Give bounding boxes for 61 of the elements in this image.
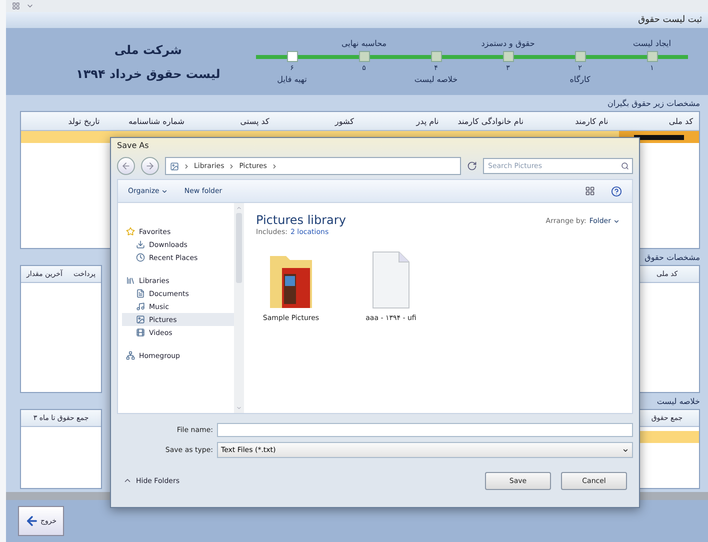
panel-title: مشخصات زیر حقوق بگیران [607, 99, 700, 108]
scroll-down-icon[interactable] [236, 405, 242, 411]
refresh-icon[interactable] [467, 161, 477, 171]
help-icon[interactable] [611, 186, 622, 196]
chevron-icon[interactable] [228, 162, 236, 170]
column-header[interactable]: تاریخ تولد [21, 116, 106, 126]
chevron-icon [123, 476, 132, 485]
back-button[interactable] [117, 157, 135, 175]
file-icon [371, 250, 411, 310]
view-icon[interactable] [585, 186, 595, 196]
clock-icon [136, 253, 145, 262]
scroll-up-icon[interactable] [236, 205, 242, 211]
step-node[interactable] [574, 51, 586, 62]
column-header[interactable]: کد ملی [614, 116, 699, 126]
step-label: کارگاه [570, 75, 590, 84]
menu-icon[interactable] [12, 2, 20, 10]
scrollbar[interactable] [234, 203, 244, 413]
download-icon [136, 240, 145, 249]
forward-button[interactable] [141, 157, 159, 175]
caret-icon [613, 218, 620, 224]
image-icon [136, 315, 145, 324]
step-node[interactable] [286, 51, 298, 62]
step-node[interactable] [646, 51, 658, 62]
star-icon [126, 227, 135, 236]
step-node[interactable] [358, 51, 370, 62]
film-icon [136, 328, 145, 337]
network-icon [126, 351, 135, 360]
step-label: حقوق و دستمزد [481, 39, 535, 48]
caret-icon[interactable] [26, 2, 34, 10]
column-header[interactable]: نام کارمند [530, 116, 614, 126]
step-node[interactable] [430, 51, 442, 62]
list-title: لیست حقوق خرداد ۱۳۹۴ [76, 66, 220, 80]
image-icon [170, 162, 179, 170]
search-icon[interactable] [621, 162, 629, 170]
column-header[interactable]: کشور [275, 116, 360, 126]
panel-title: مشخصات حقوق [644, 253, 700, 262]
arrow-right-icon [145, 161, 155, 171]
column-header[interactable]: کد پستی [190, 116, 276, 126]
arrow-left-icon [121, 161, 131, 171]
caret-icon [622, 446, 629, 454]
chevron-icon[interactable] [270, 162, 278, 170]
column-header[interactable]: نام خانوادگی کارمند [444, 116, 530, 126]
library-icon [126, 276, 135, 285]
step-label: خلاصه لیست [414, 75, 458, 84]
dialog-title: Save As [117, 140, 150, 152]
column-header[interactable]: نام پدر [360, 116, 445, 126]
step-label: تهیه فایل [277, 75, 307, 84]
library-title: Pictures library [256, 213, 346, 227]
chevron-icon[interactable] [183, 162, 190, 170]
step-label: ایجاد لیست [633, 39, 671, 48]
step-node[interactable] [502, 51, 514, 62]
panel-title: خلاصه لیست [656, 397, 700, 406]
company-name: شرکت ملی [114, 42, 182, 56]
caret-icon [161, 188, 168, 194]
document-icon [136, 289, 145, 298]
step-label: محاسبه نهایی [341, 39, 387, 48]
column-header[interactable]: شماره شناسنامه [106, 116, 190, 126]
file-name-field[interactable] [217, 423, 633, 437]
redaction-bar [634, 134, 684, 140]
window-title: ثبت لیست حقوق [638, 15, 702, 25]
music-icon [136, 302, 145, 311]
